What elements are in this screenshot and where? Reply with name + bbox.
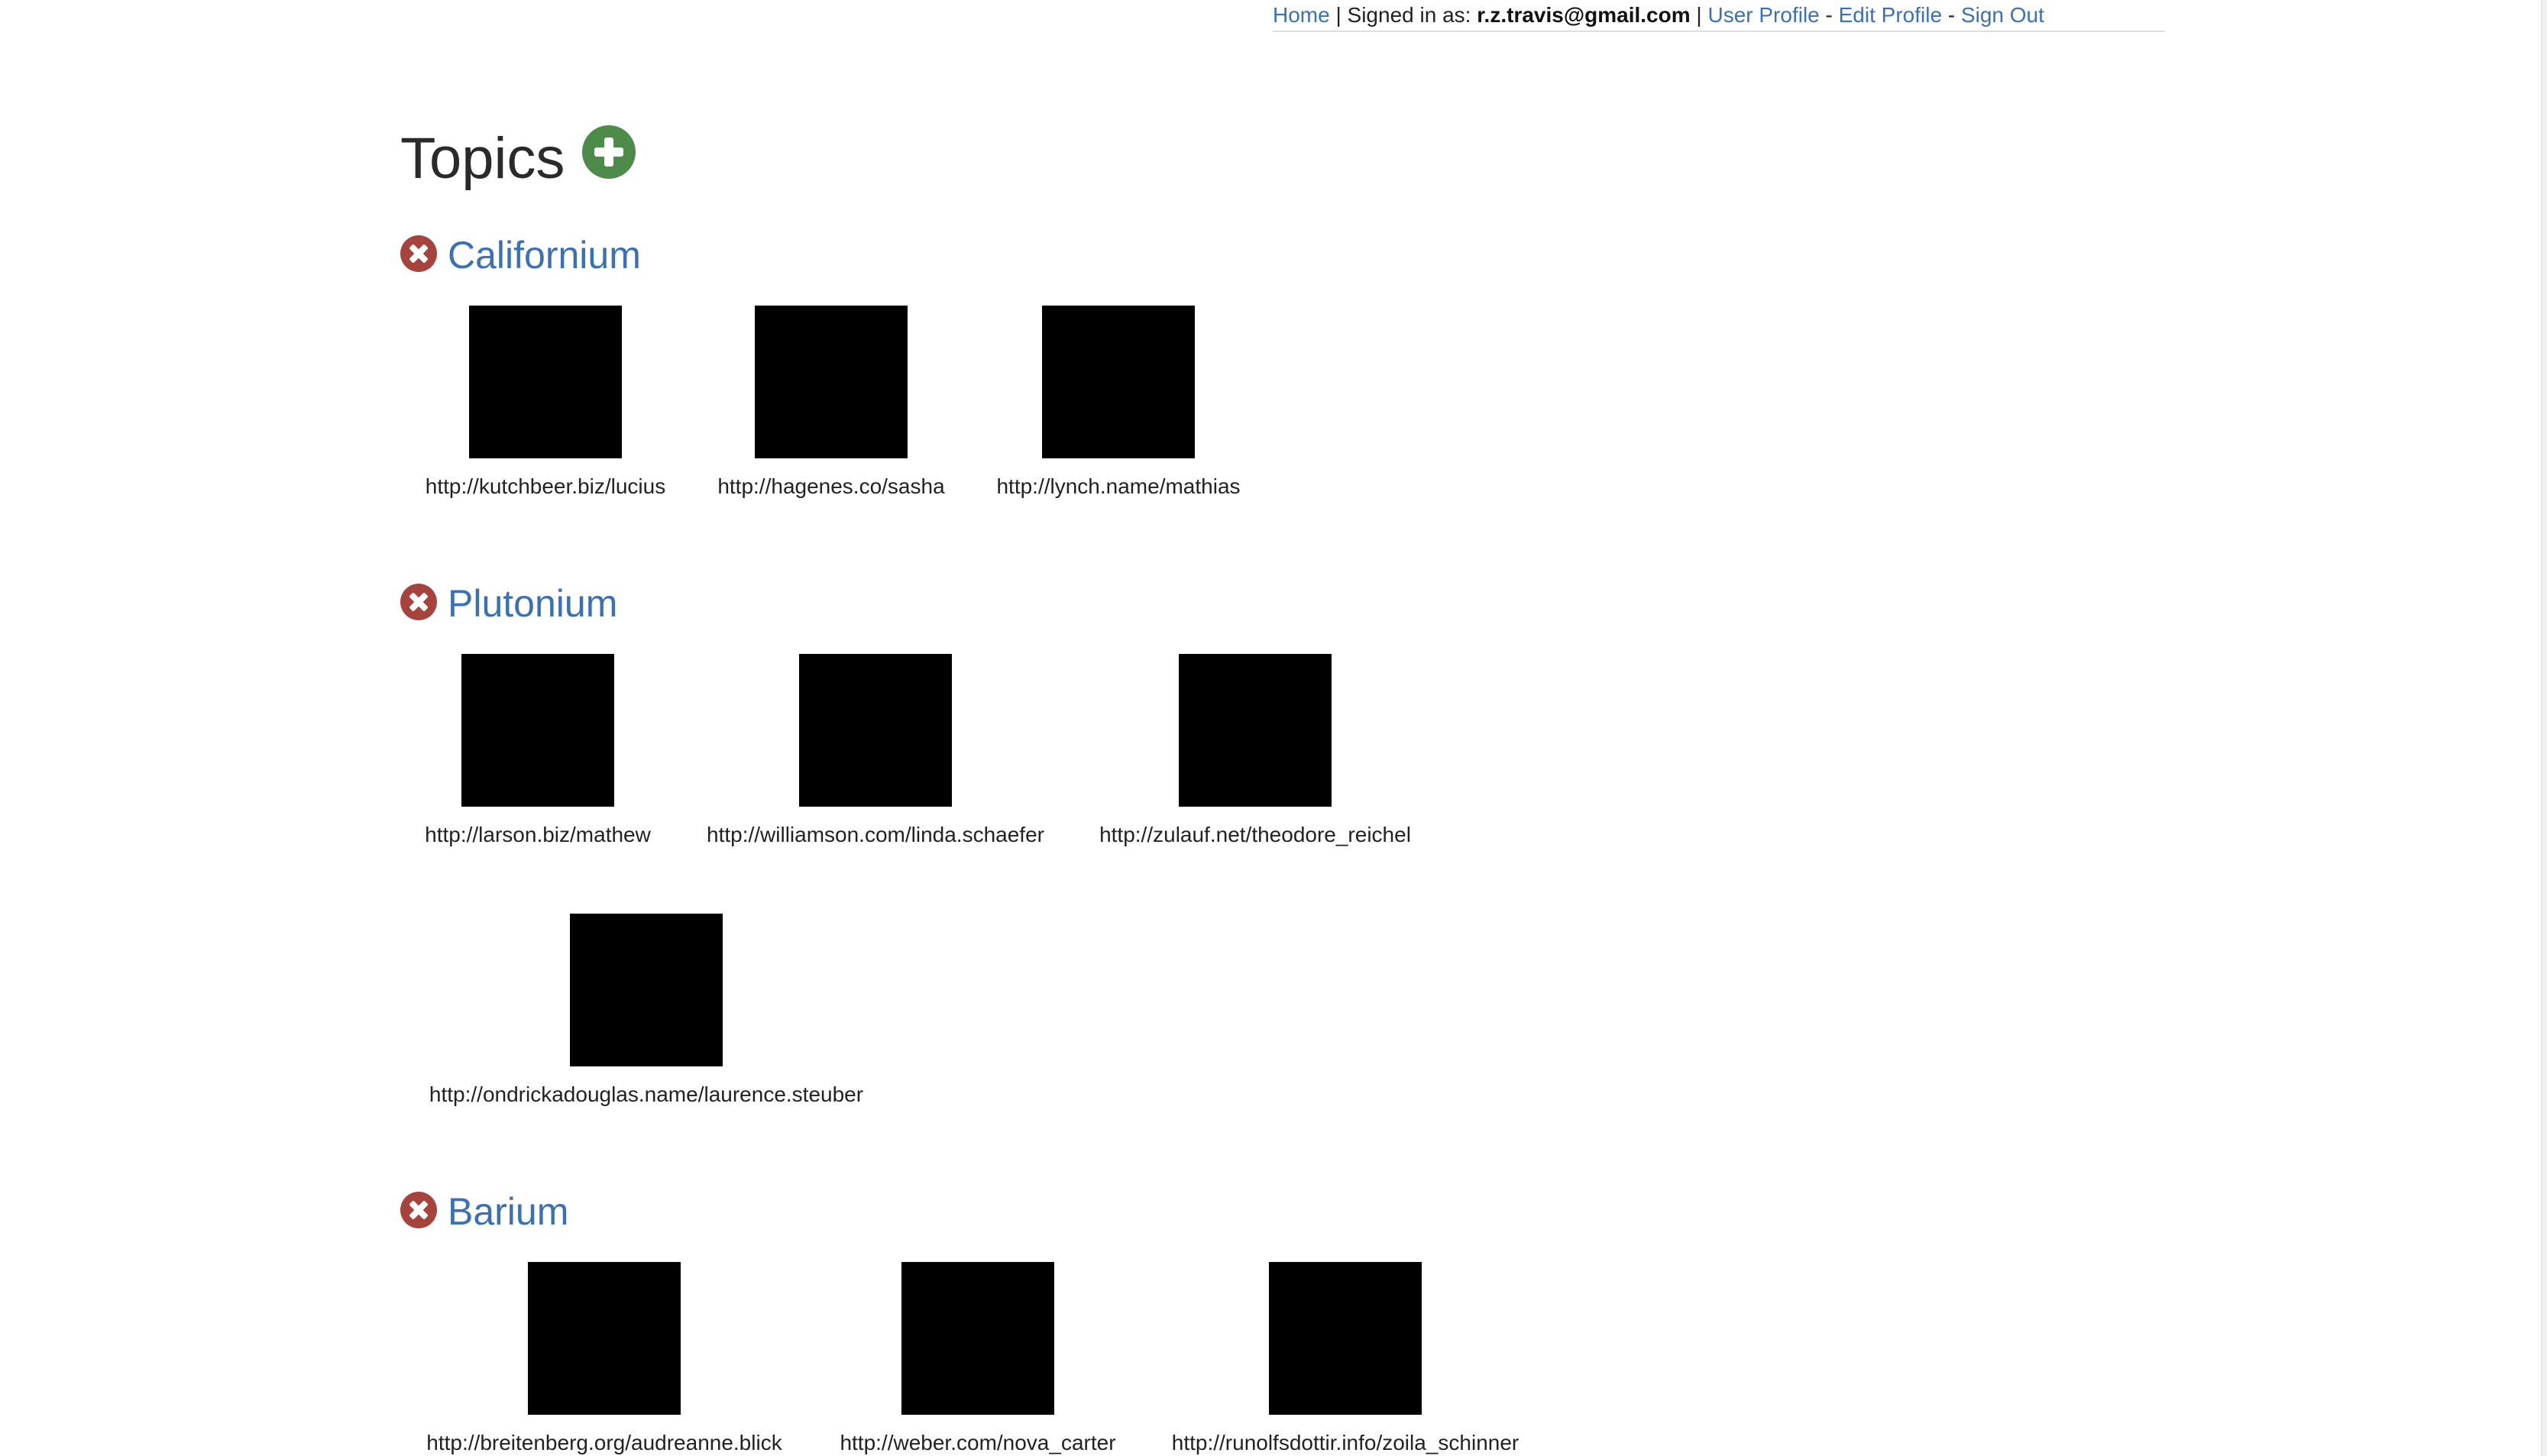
nav-separator: -	[1942, 3, 1961, 27]
signed-in-email: r.z.travis@gmail.com	[1477, 3, 1691, 27]
entry-url: http://breitenberg.org/audreanne.blick	[426, 1431, 782, 1454]
entry-url: http://zulauf.net/theodore_reichel	[1099, 823, 1411, 846]
user-profile-link[interactable]: User Profile	[1707, 3, 1819, 27]
entry-url: http://williamson.com/linda.schaefer	[707, 823, 1044, 846]
x-circle-icon[interactable]	[400, 235, 437, 272]
entry-thumbnail[interactable]	[1179, 654, 1332, 807]
plus-circle-icon[interactable]	[582, 125, 636, 179]
entry-url: http://hagenes.co/sasha	[717, 474, 945, 498]
entry-thumbnail[interactable]	[461, 654, 614, 807]
page-title: Topics	[400, 126, 565, 191]
entry-thumbnail[interactable]	[570, 914, 723, 1066]
topic-entry[interactable]: http://breitenberg.org/audreanne.blick	[396, 1262, 813, 1456]
entry-url: http://runolfsdottir.info/zoila_schinner	[1171, 1431, 1519, 1454]
edit-profile-link[interactable]: Edit Profile	[1839, 3, 1942, 27]
topic-entry[interactable]: http://weber.com/nova_carter	[819, 1262, 1137, 1456]
entry-url: http://ondrickadouglas.name/laurence.ste…	[429, 1082, 864, 1106]
topic-title[interactable]: Californium	[448, 231, 641, 280]
entry-thumbnail[interactable]	[469, 306, 622, 458]
home-link[interactable]: Home	[1273, 3, 1330, 27]
entry-url: http://larson.biz/mathew	[425, 823, 651, 846]
nav-separator: -	[1819, 3, 1839, 27]
topic-entry[interactable]: http://zulauf.net/theodore_reichel	[1071, 654, 1439, 848]
entry-url: http://weber.com/nova_carter	[840, 1431, 1116, 1454]
topic-entry[interactable]: http://williamson.com/linda.schaefer	[686, 654, 1065, 848]
x-circle-icon[interactable]	[400, 584, 437, 620]
x-circle-icon[interactable]	[400, 1192, 437, 1228]
entry-url: http://lynch.name/mathias	[996, 474, 1241, 498]
entry-url: http://kutchbeer.biz/lucius	[425, 474, 666, 498]
vertical-scrollbar[interactable]	[2541, 0, 2547, 1456]
topic-entry[interactable]: http://hagenes.co/sasha	[701, 306, 961, 500]
topic-entry[interactable]: http://runolfsdottir.info/zoila_schinner	[1143, 1262, 1548, 1456]
sign-out-link[interactable]: Sign Out	[1961, 3, 2044, 27]
entry-thumbnail[interactable]	[755, 306, 908, 458]
entry-thumbnail[interactable]	[799, 654, 952, 807]
entry-thumbnail[interactable]	[1042, 306, 1195, 458]
entry-thumbnail[interactable]	[1269, 1262, 1422, 1415]
topic-entry[interactable]: http://lynch.name/mathias	[967, 306, 1270, 500]
entry-thumbnail[interactable]	[528, 1262, 681, 1415]
top-navigation: Home | Signed in as: r.z.travis@gmail.co…	[1273, 2, 2165, 32]
nav-separator: |	[1690, 3, 1708, 27]
topic-entry[interactable]: http://ondrickadouglas.name/laurence.ste…	[396, 914, 897, 1108]
topic-title[interactable]: Barium	[448, 1187, 568, 1236]
signed-in-label: | Signed in as:	[1329, 3, 1477, 27]
entry-thumbnail[interactable]	[901, 1262, 1054, 1415]
topic-entry[interactable]: http://kutchbeer.biz/lucius	[396, 306, 695, 500]
topic-entry[interactable]: http://larson.biz/mathew	[396, 654, 680, 848]
topic-title[interactable]: Plutonium	[448, 579, 617, 628]
